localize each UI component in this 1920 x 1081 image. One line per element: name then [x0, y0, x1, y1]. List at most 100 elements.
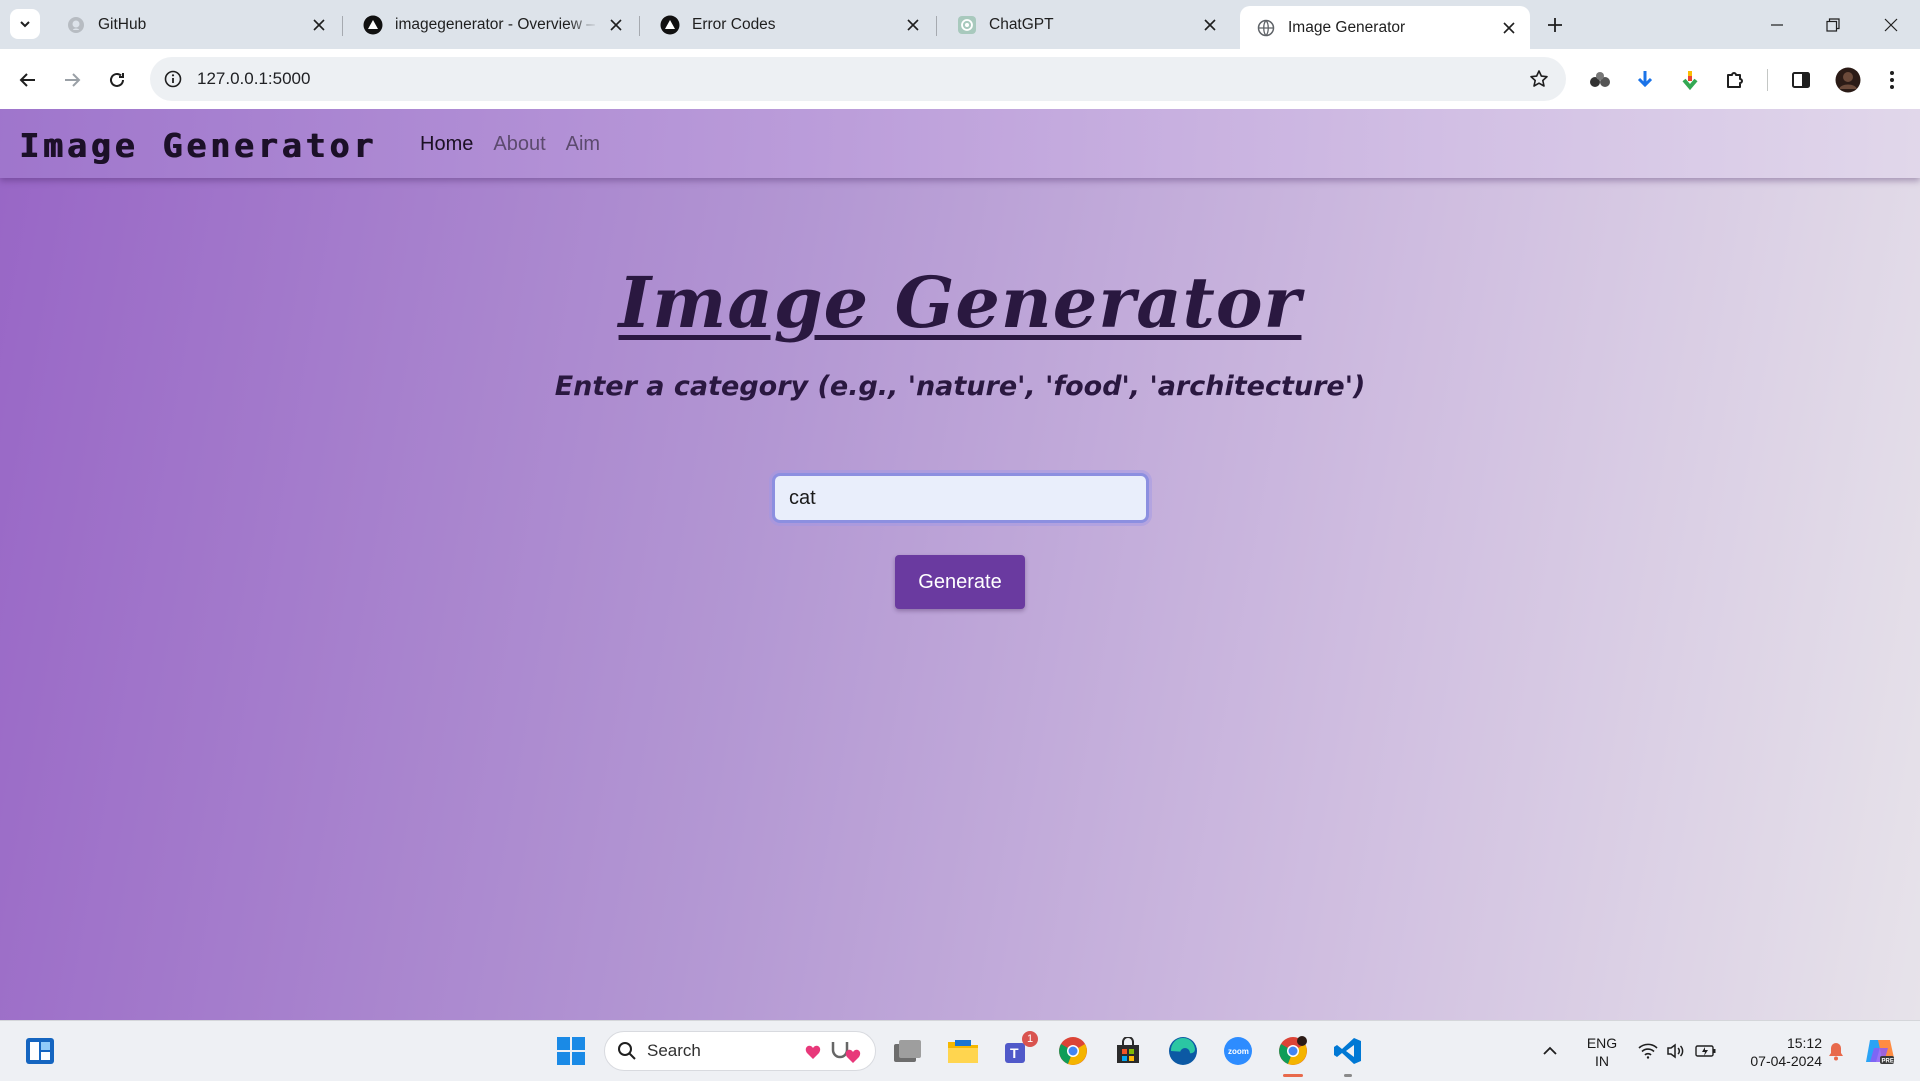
github-icon — [66, 15, 86, 35]
show-hidden-icons-button[interactable] — [1535, 1033, 1565, 1069]
web-page: Image Generator Home About Aim Image Gen… — [0, 109, 1920, 1020]
windows-logo-icon — [557, 1037, 585, 1065]
notifications-button[interactable] — [1822, 1033, 1850, 1069]
page-subtitle: Enter a category (e.g., 'nature', 'food'… — [554, 371, 1366, 402]
file-explorer-button[interactable] — [945, 1033, 981, 1069]
generate-button[interactable]: Generate — [895, 555, 1025, 609]
tab-image-generator[interactable]: Image Generator — [1240, 6, 1530, 49]
zoom-icon: zoom — [1224, 1037, 1252, 1065]
download-icon — [1637, 71, 1653, 88]
widgets-button[interactable] — [22, 1033, 58, 1069]
profile-button[interactable] — [1834, 66, 1862, 94]
forward-button[interactable] — [58, 66, 86, 94]
site-navbar: Image Generator Home About Aim — [0, 109, 1920, 178]
nav-link-aim[interactable]: Aim — [566, 133, 600, 156]
new-tab-button[interactable] — [1542, 12, 1568, 38]
zoom-button[interactable]: zoom — [1220, 1033, 1256, 1069]
arrow-left-icon — [19, 73, 35, 87]
chrome-active-button[interactable] — [1275, 1033, 1311, 1077]
reload-icon — [110, 72, 124, 87]
folder-icon — [948, 1040, 978, 1063]
close-icon[interactable] — [1201, 16, 1219, 34]
close-icon[interactable] — [1500, 19, 1518, 37]
chevron-down-icon — [20, 21, 30, 28]
colorful-arrow-extension-icon — [1682, 71, 1698, 91]
restore-icon — [1826, 18, 1840, 32]
tab-title: imagegenerator - Overview – Vercel — [395, 15, 599, 33]
input-language[interactable]: ENG IN — [1578, 1034, 1626, 1070]
close-icon[interactable] — [310, 16, 328, 34]
close-icon — [1884, 18, 1898, 32]
notification-badge: 1 — [1022, 1031, 1038, 1047]
extension-colorful-button[interactable] — [1676, 66, 1704, 94]
side-panel-button[interactable] — [1787, 66, 1815, 94]
running-indicator — [1344, 1074, 1352, 1077]
copilot-button[interactable]: PRE — [1862, 1033, 1898, 1069]
address-bar[interactable]: 127.0.0.1:5000 — [150, 57, 1566, 101]
nav-link-about[interactable]: About — [493, 133, 545, 156]
close-icon[interactable] — [904, 16, 922, 34]
edge-button[interactable] — [1165, 1033, 1201, 1069]
store-button[interactable] — [1110, 1033, 1146, 1069]
globe-icon — [1256, 18, 1276, 38]
bookmark-star-icon[interactable] — [1526, 66, 1552, 92]
battery-charging-icon — [1695, 1045, 1716, 1057]
tab-divider — [342, 16, 343, 36]
chrome-profile-icon — [1279, 1036, 1307, 1065]
extensions-button[interactable] — [1721, 66, 1749, 94]
site-info-icon[interactable] — [160, 66, 186, 92]
category-input[interactable] — [772, 473, 1149, 523]
wifi-status[interactable] — [1634, 1033, 1662, 1069]
svg-text:zoom: zoom — [1228, 1047, 1249, 1056]
copilot-icon: PRE — [1866, 1040, 1894, 1065]
chrome-icon — [1059, 1037, 1087, 1065]
nav-links: Home About Aim — [420, 133, 600, 156]
window-close-button[interactable] — [1876, 12, 1906, 38]
chatgpt-icon — [957, 15, 977, 35]
svg-text:T: T — [1010, 1045, 1019, 1061]
svg-text:PRE: PRE — [1882, 1059, 1894, 1065]
chrome-taskbar-button[interactable] — [1055, 1033, 1091, 1069]
extension-glasses-button[interactable] — [1586, 66, 1614, 94]
windows-taskbar: Search T 1 zoom ENG IN 15:12 07-04-2024 … — [0, 1020, 1920, 1081]
region-code: IN — [1595, 1053, 1609, 1069]
task-view-button[interactable] — [890, 1033, 926, 1069]
tab-title: ChatGPT — [989, 15, 1054, 33]
vercel-icon — [660, 15, 680, 35]
nav-link-home[interactable]: Home — [420, 133, 473, 156]
page-title: Image Generator — [618, 261, 1302, 344]
stethoscope-hearts-icon — [805, 1042, 861, 1063]
url-text[interactable]: 127.0.0.1:5000 — [197, 69, 310, 89]
teams-button[interactable]: T 1 — [1000, 1031, 1038, 1069]
browser-menu-button[interactable] — [1878, 66, 1906, 94]
restore-button[interactable] — [1818, 12, 1848, 38]
back-button[interactable] — [14, 66, 42, 94]
tab-chatgpt[interactable]: ChatGPT — [941, 6, 1231, 43]
minimize-button[interactable] — [1762, 12, 1792, 38]
site-brand[interactable]: Image Generator — [19, 126, 377, 165]
vercel-icon — [363, 15, 383, 35]
tab-search-button[interactable] — [10, 9, 40, 39]
plus-icon — [1548, 18, 1562, 32]
close-icon[interactable] — [607, 16, 625, 34]
tab-github[interactable]: GitHub — [50, 6, 340, 43]
volume-status[interactable] — [1662, 1033, 1690, 1069]
downloads-button[interactable] — [1631, 66, 1659, 94]
bell-icon — [1829, 1043, 1843, 1061]
tab-error-codes[interactable]: Error Codes — [644, 6, 934, 43]
lang-code: ENG — [1586, 1035, 1618, 1051]
clock[interactable]: 15:12 07-04-2024 — [1736, 1034, 1822, 1070]
speaker-icon — [1667, 1043, 1684, 1059]
tab-title: Error Codes — [692, 15, 776, 33]
taskbar-search[interactable]: Search — [604, 1031, 876, 1071]
start-button[interactable] — [553, 1033, 589, 1069]
side-panel-icon — [1792, 72, 1810, 88]
reload-button[interactable] — [103, 66, 131, 94]
vscode-icon — [1334, 1038, 1361, 1064]
tab-vercel-overview[interactable]: imagegenerator - Overview – Vercel — [347, 6, 637, 43]
task-view-icon — [894, 1040, 921, 1062]
vscode-button[interactable] — [1330, 1033, 1366, 1077]
wifi-icon — [1638, 1043, 1658, 1059]
widgets-icon — [26, 1038, 54, 1064]
battery-status[interactable] — [1692, 1033, 1720, 1069]
